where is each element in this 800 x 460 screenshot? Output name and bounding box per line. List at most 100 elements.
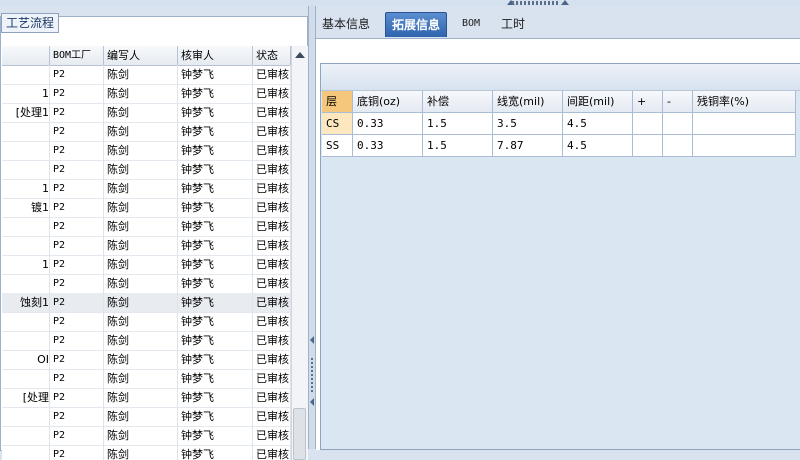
table-row[interactable]: P2 陈剑 钟梦飞 已审核	[2, 331, 291, 351]
table-row[interactable]: P2 陈剑 钟梦飞 已审核	[2, 274, 291, 294]
layer-value-cell[interactable]: 7.87	[493, 135, 563, 157]
column-header[interactable]: 状态	[253, 46, 291, 65]
table-row[interactable]: P2 陈剑 钟梦飞 已审核	[2, 236, 291, 256]
vertical-scrollbar[interactable]	[291, 46, 308, 460]
layer-value-cell[interactable]	[663, 113, 693, 135]
table-row[interactable]: P2 陈剑 钟梦飞 已审核	[2, 122, 291, 142]
reviewer-cell: 钟梦飞	[178, 179, 253, 198]
process-flow-panel: BOM工厂 编写人 核审人 状态 P2 陈剑 钟梦飞 已审核 1 P2 陈剑 钟梦飞 已审核 [处理1 P2…	[0, 6, 308, 460]
column-header[interactable]: +	[633, 91, 663, 113]
process-name-cell: OI	[2, 350, 50, 369]
process-name-cell: 蚀刻1	[2, 293, 50, 312]
column-header[interactable]	[2, 46, 50, 65]
process-name-cell: 1	[2, 255, 50, 274]
collapse-left-arrow-icon[interactable]	[310, 336, 314, 344]
status-cell: 已审核	[253, 426, 291, 445]
table-row[interactable]: 1 P2 陈剑 钟梦飞 已审核	[2, 179, 291, 199]
layer-row[interactable]: CS 0.33 1.5 3.5 4.5	[322, 113, 796, 135]
table-row[interactable]: [处理1 P2 陈剑 钟梦飞 已审核	[2, 103, 291, 123]
status-cell: 已审核	[253, 388, 291, 407]
layer-value-cell[interactable]	[633, 135, 663, 157]
column-header[interactable]: -	[663, 91, 693, 113]
reviewer-cell: 钟梦飞	[178, 141, 253, 160]
layer-table-frame: 层底铜(oz) 补偿 线宽(mil) 间距(mil) + - 残铜率(%) CS 0.33 1.5…	[320, 63, 800, 450]
column-header[interactable]: 间距(mil)	[563, 91, 633, 113]
layer-value-cell[interactable]: 1.5	[423, 113, 493, 135]
column-header[interactable]: 底铜(oz)	[353, 91, 423, 113]
column-header[interactable]: 补偿	[423, 91, 493, 113]
reviewer-cell: 钟梦飞	[178, 198, 253, 217]
table-row[interactable]: P2 陈剑 钟梦飞 已审核	[2, 426, 291, 446]
column-header[interactable]: 编写人	[104, 46, 178, 65]
reviewer-cell: 钟梦飞	[178, 217, 253, 236]
collapse-up-arrow-icon[interactable]	[561, 0, 569, 5]
process-name-cell: 1	[2, 84, 50, 103]
splitter-grip[interactable]	[311, 358, 313, 394]
table-row[interactable]: 蚀刻1 P2 陈剑 钟梦飞 已审核	[2, 293, 291, 313]
table-row[interactable]: P2 陈剑 钟梦飞 已审核	[2, 369, 291, 389]
bom-factory-cell: P2	[50, 84, 104, 103]
process-name-cell: [处理1	[2, 103, 50, 122]
layer-value-cell[interactable]	[633, 113, 663, 135]
table-row[interactable]: P2 陈剑 钟梦飞 已审核	[2, 160, 291, 180]
column-header[interactable]: 核审人	[178, 46, 253, 65]
splitter-grip[interactable]	[512, 1, 558, 5]
status-cell: 已审核	[253, 255, 291, 274]
table-row[interactable]: P2 陈剑 钟梦飞 已审核	[2, 445, 291, 460]
layer-value-cell[interactable]	[663, 135, 693, 157]
bom-factory-cell: P2	[50, 103, 104, 122]
status-cell: 已审核	[253, 293, 291, 312]
process-name-cell	[2, 445, 50, 460]
tab-extended-info[interactable]: 拓展信息	[385, 12, 448, 37]
scroll-up-arrow-icon[interactable]	[295, 52, 305, 58]
bom-factory-cell: P2	[50, 198, 104, 217]
table-row[interactable]: P2 陈剑 钟梦飞 已审核	[2, 407, 291, 427]
layer-value-cell[interactable]	[693, 113, 796, 135]
column-header[interactable]: 线宽(mil)	[493, 91, 563, 113]
tab-basic-info[interactable]: 基本信息	[316, 13, 376, 35]
reviewer-cell: 钟梦飞	[178, 65, 253, 84]
process-name-cell	[2, 160, 50, 179]
layer-value-cell[interactable]: 0.33	[353, 113, 423, 135]
reviewer-cell: 钟梦飞	[178, 236, 253, 255]
table-row[interactable]: 1 P2 陈剑 钟梦飞 已审核	[2, 255, 291, 275]
layer-value-cell[interactable]: 1.5	[423, 135, 493, 157]
tab-work-hours[interactable]: 工时	[495, 13, 531, 35]
status-cell: 已审核	[253, 160, 291, 179]
bom-factory-cell: P2	[50, 122, 104, 141]
bom-factory-cell: P2	[50, 274, 104, 293]
table-row[interactable]: P2 陈剑 钟梦飞 已审核	[2, 65, 291, 85]
layer-value-cell[interactable]	[693, 135, 796, 157]
column-header[interactable]: 残铜率(%)	[693, 91, 796, 113]
author-cell: 陈剑	[104, 407, 178, 426]
layer-name-cell[interactable]: CS	[322, 113, 353, 135]
layer-value-cell[interactable]: 3.5	[493, 113, 563, 135]
table-row[interactable]: [处理 P2 陈剑 钟梦飞 已审核	[2, 388, 291, 408]
layer-value-cell[interactable]: 0.33	[353, 135, 423, 157]
process-flow-grid: BOM工厂 编写人 核审人 状态 P2 陈剑 钟梦飞 已审核 1 P2 陈剑 钟梦飞 已审核 [处理1 P2…	[2, 46, 291, 460]
bom-factory-cell: P2	[50, 179, 104, 198]
bom-factory-cell: P2	[50, 445, 104, 460]
column-header[interactable]: BOM工厂	[50, 46, 104, 65]
layer-value-cell[interactable]: 4.5	[563, 135, 633, 157]
table-row[interactable]: OI P2 陈剑 钟梦飞 已审核	[2, 350, 291, 370]
table-row[interactable]: P2 陈剑 钟梦飞 已审核	[2, 141, 291, 161]
collapse-left-arrow-icon[interactable]	[310, 398, 314, 406]
layer-value-cell[interactable]: 4.5	[563, 113, 633, 135]
status-cell: 已审核	[253, 445, 291, 460]
table-row[interactable]: P2 陈剑 钟梦飞 已审核	[2, 312, 291, 332]
author-cell: 陈剑	[104, 293, 178, 312]
scrollbar-thumb[interactable]	[293, 408, 306, 460]
column-header[interactable]: 层	[322, 91, 353, 113]
table-row[interactable]: P2 陈剑 钟梦飞 已审核	[2, 217, 291, 237]
panel-splitter[interactable]	[308, 6, 316, 449]
table-row[interactable]: 1 P2 陈剑 钟梦飞 已审核	[2, 84, 291, 104]
layer-row[interactable]: SS 0.33 1.5 7.87 4.5	[322, 135, 796, 157]
tab-bom[interactable]: BOM	[456, 13, 486, 35]
bom-factory-cell: P2	[50, 407, 104, 426]
table-row[interactable]: 镀1 P2 陈剑 钟梦飞 已审核	[2, 198, 291, 218]
reviewer-cell: 钟梦飞	[178, 407, 253, 426]
bom-factory-cell: P2	[50, 141, 104, 160]
layer-name-cell[interactable]: SS	[322, 135, 353, 157]
reviewer-cell: 钟梦飞	[178, 369, 253, 388]
